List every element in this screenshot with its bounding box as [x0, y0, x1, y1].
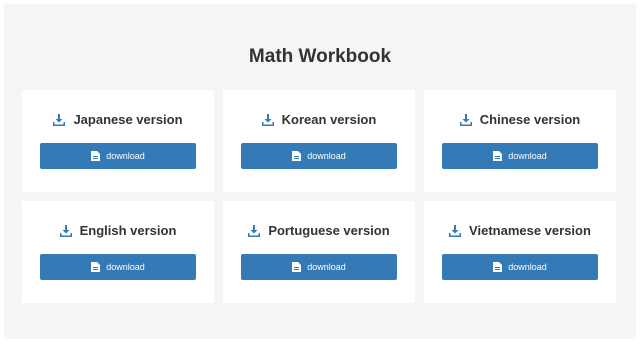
download-button-label: download [307, 151, 346, 161]
card-header: Portuguese version [223, 223, 415, 238]
download-button[interactable]: download [442, 254, 598, 280]
main-panel: Math Workbook Japanese version download [4, 4, 636, 339]
card-header: English version [22, 223, 214, 238]
download-icon [449, 224, 462, 237]
file-icon [91, 151, 101, 161]
card-header: Chinese version [424, 112, 616, 127]
download-icon [53, 113, 66, 126]
download-button[interactable]: download [442, 143, 598, 169]
card-header: Vietnamese version [424, 223, 616, 238]
download-icon [248, 224, 261, 237]
download-button[interactable]: download [40, 254, 196, 280]
page-title: Math Workbook [248, 46, 392, 67]
download-icon [261, 113, 274, 126]
download-button-label: download [508, 262, 547, 272]
download-button-label: download [307, 262, 346, 272]
version-grid: Japanese version download Korean version [22, 90, 616, 303]
card-title: Chinese version [479, 112, 581, 127]
download-button[interactable]: download [241, 254, 397, 280]
version-card-portuguese: Portuguese version download [223, 201, 415, 303]
file-icon [91, 262, 101, 272]
version-card-english: English version download [22, 201, 214, 303]
version-card-japanese: Japanese version download [22, 90, 214, 192]
download-icon [459, 113, 472, 126]
version-card-vietnamese: Vietnamese version download [424, 201, 616, 303]
version-card-korean: Korean version download [223, 90, 415, 192]
download-button-label: download [508, 151, 547, 161]
card-title: English version [79, 223, 177, 238]
file-icon [493, 151, 503, 161]
card-title: Korean version [281, 112, 377, 127]
card-title: Portuguese version [268, 223, 390, 238]
file-icon [292, 262, 302, 272]
card-title: Japanese version [73, 112, 183, 127]
download-button-label: download [106, 151, 145, 161]
download-icon [59, 224, 72, 237]
file-icon [292, 151, 302, 161]
download-button[interactable]: download [241, 143, 397, 169]
download-button-label: download [106, 262, 145, 272]
file-icon [493, 262, 503, 272]
card-header: Korean version [223, 112, 415, 127]
download-button[interactable]: download [40, 143, 196, 169]
version-card-chinese: Chinese version download [424, 90, 616, 192]
card-header: Japanese version [22, 112, 214, 127]
card-title: Vietnamese version [469, 223, 591, 238]
